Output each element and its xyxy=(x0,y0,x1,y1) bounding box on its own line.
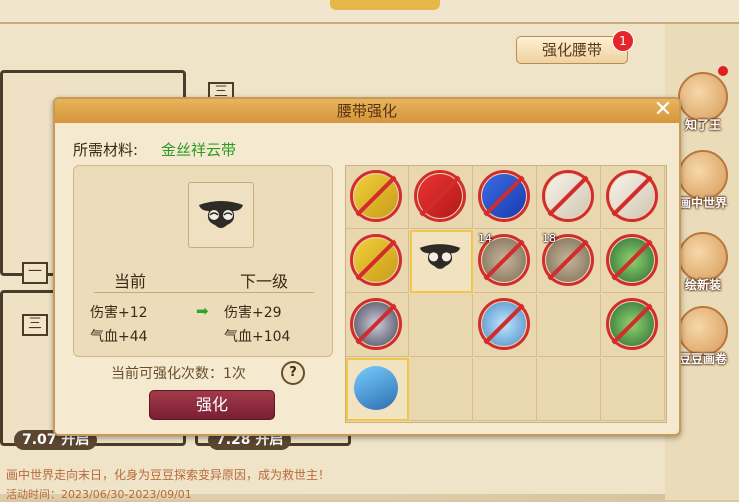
divider xyxy=(94,292,314,293)
notification-dot xyxy=(718,66,728,76)
blocked-icon xyxy=(350,298,402,350)
painting-icon xyxy=(678,306,728,356)
blocked-icon xyxy=(542,170,594,222)
inventory-slot[interactable] xyxy=(538,294,601,357)
blocked-icon xyxy=(478,170,530,222)
dragon-icon xyxy=(678,72,728,122)
arrow-right-icon: ➡ xyxy=(196,302,209,320)
close-icon[interactable]: ✕ xyxy=(651,99,675,123)
inventory-slot[interactable] xyxy=(474,166,537,229)
required-material-value: 金丝祥云带 xyxy=(161,141,237,159)
item-count: 18 xyxy=(542,232,556,245)
notification-badge: 1 xyxy=(612,30,634,52)
dialog-title: 腰带强化 xyxy=(336,102,397,120)
material-grid: 14 18 xyxy=(345,165,667,423)
inventory-slot[interactable] xyxy=(410,358,473,421)
inventory-slot[interactable] xyxy=(410,230,473,293)
inventory-slot[interactable]: 18 xyxy=(538,230,601,293)
blocked-icon xyxy=(414,170,466,222)
inventory-slot[interactable] xyxy=(602,294,665,357)
blocked-icon xyxy=(478,298,530,350)
stats-panel: 当前 下一级 伤害+12 气血+44 ➡ 伤害+29 气血+104 xyxy=(73,165,333,357)
current-damage: 伤害+12 xyxy=(90,305,148,321)
blocked-icon xyxy=(350,234,402,286)
event-description: 画中世界走向末日，化身为豆豆探索变异原因，成为救世主！ xyxy=(6,468,331,482)
next-level-heading: 下一级 xyxy=(240,272,289,291)
blocked-icon xyxy=(606,298,658,350)
strengthen-button[interactable]: 强化 xyxy=(149,390,275,420)
inventory-slot[interactable] xyxy=(410,166,473,229)
inventory-slot[interactable] xyxy=(346,294,409,357)
scroll-icon xyxy=(678,150,728,200)
blocked-icon xyxy=(606,234,658,286)
required-material-label: 所需材料: xyxy=(73,141,139,159)
inventory-slot[interactable] xyxy=(602,358,665,421)
doll-icon xyxy=(678,232,728,282)
sketch-mark: 三 xyxy=(22,314,48,336)
sketch-mark: 一 xyxy=(22,262,48,284)
inventory-slot[interactable] xyxy=(346,166,409,229)
belt-icon xyxy=(199,201,243,228)
inventory-slot[interactable] xyxy=(602,230,665,293)
inventory-slot[interactable] xyxy=(538,358,601,421)
top-tab xyxy=(330,0,440,10)
inventory-slot[interactable] xyxy=(602,166,665,229)
next-damage: 伤害+29 xyxy=(224,305,282,321)
blocked-icon xyxy=(350,170,402,222)
help-icon[interactable]: ? xyxy=(281,361,305,385)
inventory-slot[interactable] xyxy=(474,294,537,357)
current-hp: 气血+44 xyxy=(90,329,148,345)
inventory-slot[interactable] xyxy=(474,358,537,421)
next-hp: 气血+104 xyxy=(224,329,291,345)
blocked-icon xyxy=(606,170,658,222)
inventory-slot[interactable] xyxy=(410,294,473,357)
inventory-slot[interactable] xyxy=(346,358,409,421)
inventory-slot[interactable] xyxy=(346,230,409,293)
belt-enhance-dialog: 腰带强化 ✕ 所需材料: 金丝祥云带 当前 下一级 伤害+12 气血+44 ➡ … xyxy=(53,97,681,436)
belt-icon xyxy=(418,238,462,282)
belt-item-slot[interactable] xyxy=(188,182,254,248)
inventory-slot[interactable]: 14 xyxy=(474,230,537,293)
inventory-slot[interactable] xyxy=(538,166,601,229)
item-count: 14 xyxy=(478,232,492,245)
enhance-times-text: 当前可强化次数：1次 xyxy=(111,366,246,382)
gem-icon xyxy=(347,359,405,417)
current-level-heading: 当前 xyxy=(114,272,147,291)
